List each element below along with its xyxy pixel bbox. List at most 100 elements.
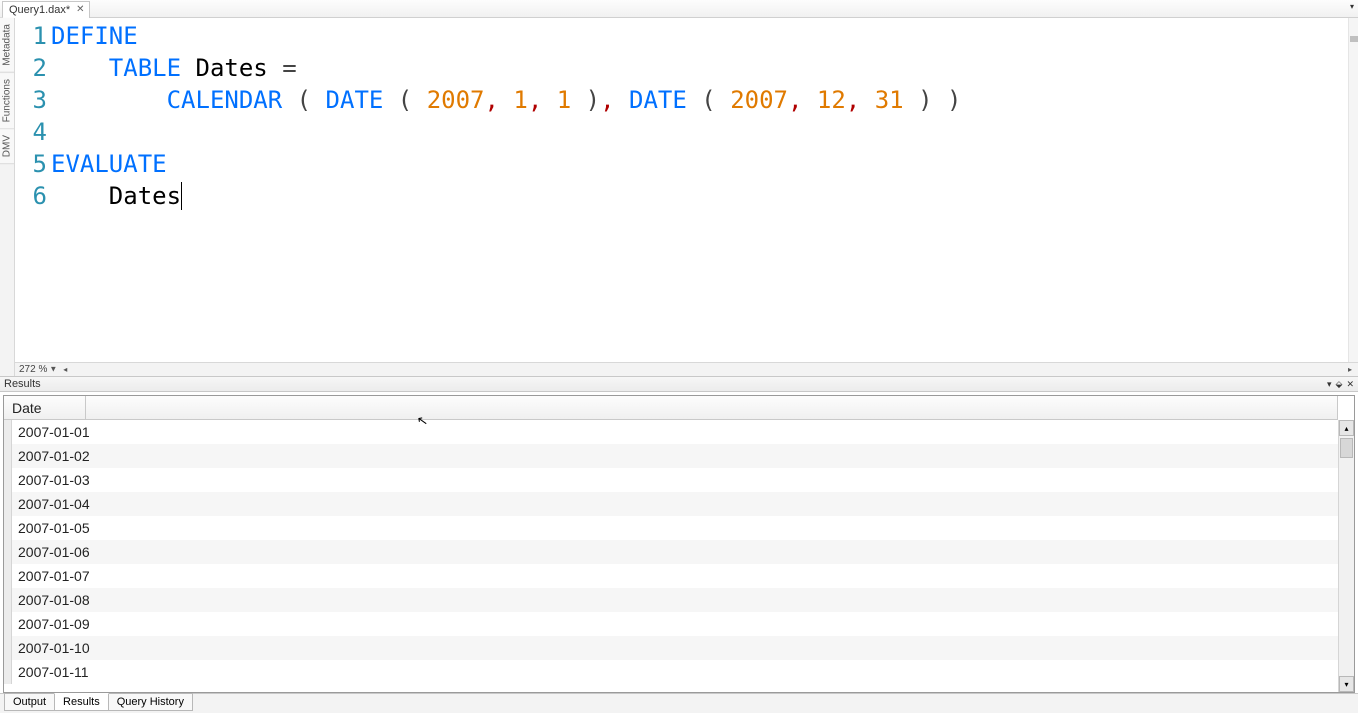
keyword: DEFINE bbox=[51, 22, 138, 50]
row-handle[interactable] bbox=[4, 660, 12, 684]
comma: , bbox=[788, 86, 802, 114]
editor-overview-ruler bbox=[1348, 18, 1358, 362]
editor-area: Metadata Functions DMV 123456 DEFINE TAB… bbox=[0, 18, 1358, 376]
identifier: Dates bbox=[196, 54, 268, 82]
paren: ( bbox=[297, 86, 311, 114]
table-row[interactable]: 2007-01-07 bbox=[4, 564, 1338, 588]
row-handle[interactable] bbox=[4, 444, 12, 468]
keyword: TABLE bbox=[109, 54, 181, 82]
table-row[interactable]: 2007-01-03 bbox=[4, 468, 1338, 492]
dropdown-icon[interactable]: ▾ bbox=[1327, 379, 1332, 390]
comma: , bbox=[600, 86, 614, 114]
table-row[interactable]: 2007-01-09 bbox=[4, 612, 1338, 636]
cell: 2007-01-09 bbox=[12, 616, 96, 632]
scroll-down-icon[interactable]: ▾ bbox=[1339, 676, 1354, 692]
paren: ( bbox=[701, 86, 715, 114]
grid-header-row: Date bbox=[4, 396, 1338, 420]
scroll-up-icon[interactable]: ▴ bbox=[1339, 420, 1354, 436]
side-tab-functions[interactable]: Functions bbox=[0, 73, 14, 129]
function: CALENDAR bbox=[167, 86, 283, 114]
results-grid-container: Date 2007-01-01 2007-01-02 2007-01-03 20… bbox=[3, 395, 1355, 693]
table-row[interactable]: 2007-01-10 bbox=[4, 636, 1338, 660]
tab-overflow-icon[interactable]: ▾ bbox=[1350, 2, 1354, 11]
number: 31 bbox=[875, 86, 904, 114]
comma: , bbox=[528, 86, 542, 114]
hscroll-left-icon[interactable]: ◂ bbox=[63, 365, 67, 374]
table-row[interactable]: 2007-01-04 bbox=[4, 492, 1338, 516]
hscroll-right-icon[interactable]: ▸ bbox=[1348, 365, 1352, 374]
table-row[interactable]: 2007-01-06 bbox=[4, 540, 1338, 564]
row-handle[interactable] bbox=[4, 420, 12, 444]
row-handle[interactable] bbox=[4, 564, 12, 588]
cell: 2007-01-05 bbox=[12, 520, 96, 536]
grid-body: 2007-01-01 2007-01-02 2007-01-03 2007-01… bbox=[4, 420, 1338, 684]
identifier: Dates bbox=[109, 182, 182, 210]
function: DATE bbox=[629, 86, 687, 114]
tab-query-history[interactable]: Query History bbox=[108, 693, 193, 711]
paren: ) bbox=[586, 86, 600, 114]
code-editor-wrap: 123456 DEFINE TABLE Dates = CALENDAR ( D… bbox=[15, 18, 1358, 376]
row-handle[interactable] bbox=[4, 516, 12, 540]
close-icon[interactable]: ✕ bbox=[76, 4, 84, 15]
paren: ) bbox=[947, 86, 961, 114]
row-handle[interactable] bbox=[4, 612, 12, 636]
tab-output[interactable]: Output bbox=[4, 693, 55, 711]
chevron-down-icon[interactable]: ▼ bbox=[49, 365, 57, 374]
cell: 2007-01-03 bbox=[12, 472, 96, 488]
operator: = bbox=[282, 54, 296, 82]
cell: 2007-01-01 bbox=[12, 424, 96, 440]
table-row[interactable]: 2007-01-05 bbox=[4, 516, 1338, 540]
number: 1 bbox=[557, 86, 571, 114]
column-header-empty bbox=[86, 396, 1338, 419]
cell: 2007-01-02 bbox=[12, 448, 96, 464]
paren: ( bbox=[398, 86, 412, 114]
zoom-level[interactable]: 272 % bbox=[19, 364, 47, 375]
document-tab-label: Query1.dax* bbox=[9, 4, 70, 16]
number: 2007 bbox=[427, 86, 485, 114]
cell: 2007-01-06 bbox=[12, 544, 96, 560]
line-number-gutter: 123456 bbox=[15, 18, 51, 362]
editor-status-bar: 272 % ▼ ◂ ▸ bbox=[15, 362, 1358, 376]
cell: 2007-01-11 bbox=[12, 664, 95, 680]
results-panel: Results ▾ ⬙ ✕ Date 2007-01-01 2007-01-02… bbox=[0, 376, 1358, 713]
close-icon[interactable]: ✕ bbox=[1346, 379, 1354, 390]
cell: 2007-01-10 bbox=[12, 640, 96, 656]
table-row[interactable]: 2007-01-02 bbox=[4, 444, 1338, 468]
bottom-tab-bar: Output Results Query History bbox=[0, 693, 1358, 713]
function: DATE bbox=[326, 86, 384, 114]
paren: ) bbox=[918, 86, 932, 114]
row-handle[interactable] bbox=[4, 468, 12, 492]
side-tab-metadata[interactable]: Metadata bbox=[0, 18, 14, 73]
results-grid[interactable]: Date 2007-01-01 2007-01-02 2007-01-03 20… bbox=[4, 396, 1338, 692]
table-row[interactable]: 2007-01-01 bbox=[4, 420, 1338, 444]
keyword: EVALUATE bbox=[51, 150, 167, 178]
document-tab-bar: Query1.dax* ✕ ▾ bbox=[0, 0, 1358, 18]
row-handle[interactable] bbox=[4, 636, 12, 660]
tab-results[interactable]: Results bbox=[54, 693, 109, 711]
row-handle[interactable] bbox=[4, 540, 12, 564]
row-handle[interactable] bbox=[4, 588, 12, 612]
cell: 2007-01-08 bbox=[12, 592, 96, 608]
number: 1 bbox=[513, 86, 527, 114]
number: 12 bbox=[817, 86, 846, 114]
code-editor[interactable]: 123456 DEFINE TABLE Dates = CALENDAR ( D… bbox=[15, 18, 1358, 362]
scrollbar-thumb[interactable] bbox=[1340, 438, 1353, 458]
column-header-date[interactable]: Date bbox=[4, 396, 86, 419]
row-handle[interactable] bbox=[4, 492, 12, 516]
results-panel-header: Results ▾ ⬙ ✕ bbox=[0, 376, 1358, 392]
cell: 2007-01-07 bbox=[12, 568, 96, 584]
code-content[interactable]: DEFINE TABLE Dates = CALENDAR ( DATE ( 2… bbox=[51, 18, 1358, 362]
number: 2007 bbox=[730, 86, 788, 114]
table-row[interactable]: 2007-01-08 bbox=[4, 588, 1338, 612]
side-panel-tabs: Metadata Functions DMV bbox=[0, 18, 15, 376]
comma: , bbox=[846, 86, 860, 114]
pin-icon[interactable]: ⬙ bbox=[1336, 379, 1343, 390]
side-tab-dmv[interactable]: DMV bbox=[0, 129, 14, 164]
cell: 2007-01-04 bbox=[12, 496, 96, 512]
document-tab[interactable]: Query1.dax* ✕ bbox=[2, 1, 90, 18]
vertical-scrollbar[interactable]: ▴ ▾ bbox=[1338, 420, 1354, 692]
results-panel-title: Results bbox=[4, 378, 41, 390]
overview-marker bbox=[1350, 36, 1358, 42]
comma: , bbox=[485, 86, 499, 114]
table-row[interactable]: 2007-01-11 bbox=[4, 660, 1338, 684]
